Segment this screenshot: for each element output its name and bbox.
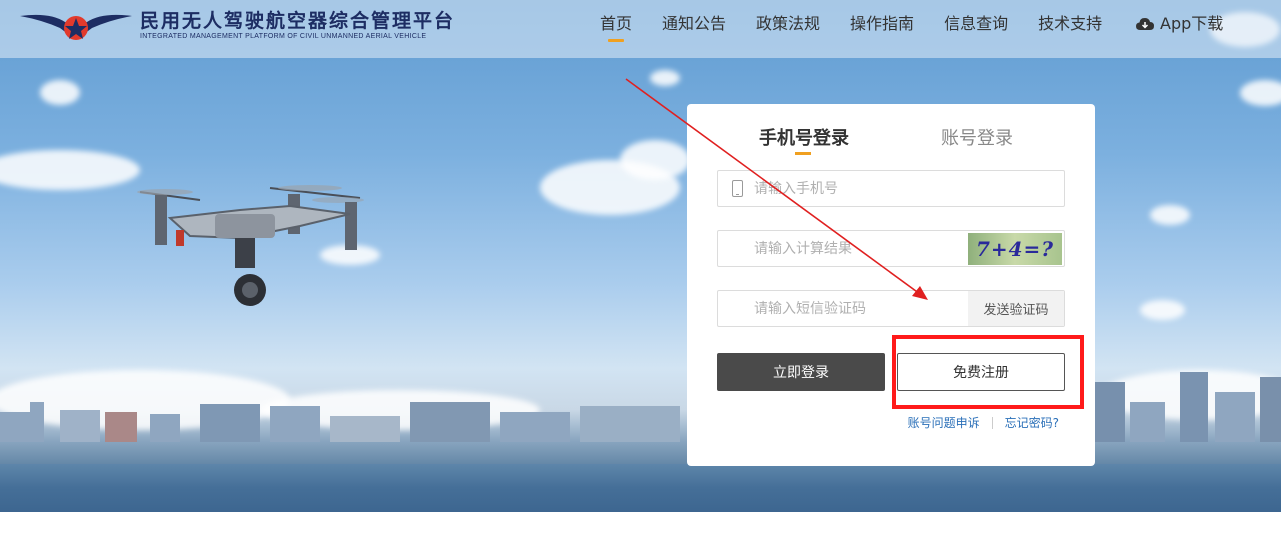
building xyxy=(330,416,400,442)
nav-home[interactable]: 首页 xyxy=(600,13,632,43)
nav-guide[interactable]: 操作指南 xyxy=(850,13,914,43)
main-nav: 首页 通知公告 政策法规 操作指南 信息查询 技术支持 xyxy=(600,13,1132,43)
building xyxy=(200,404,260,442)
platform-subtitle: INTEGRATED MANAGEMENT PLATFORM OF CIVIL … xyxy=(140,33,427,40)
caac-logo-icon xyxy=(20,14,132,40)
login-panel: 手机号登录 账号登录 7+4=? 发送验证码 立即登录 免费注册 账号问题申诉 … xyxy=(687,104,1095,466)
building xyxy=(410,402,490,442)
building xyxy=(580,406,680,442)
login-tabs: 手机号登录 账号登录 xyxy=(687,124,1095,164)
captcha-text: 7+4=? xyxy=(975,237,1055,261)
forgot-password-link[interactable]: 忘记密码? xyxy=(1005,414,1059,431)
site-header: 民用无人驾驶航空器综合管理平台 INTEGRATED MANAGEMENT PL… xyxy=(0,0,1281,58)
nav-info-query[interactable]: 信息查询 xyxy=(944,13,1008,43)
link-divider xyxy=(991,416,993,429)
phone-field xyxy=(717,170,1065,207)
building xyxy=(60,410,100,442)
phone-input[interactable] xyxy=(754,171,974,206)
help-links: 账号问题申诉 忘记密码? xyxy=(908,414,1059,431)
login-button[interactable]: 立即登录 xyxy=(717,353,885,391)
cloud xyxy=(1140,300,1185,320)
nav-notices[interactable]: 通知公告 xyxy=(662,13,726,43)
building xyxy=(1260,377,1281,442)
cloud xyxy=(620,140,690,180)
cloud xyxy=(1150,205,1190,225)
building xyxy=(150,414,180,442)
app-download-link[interactable]: App下载 xyxy=(1136,13,1223,35)
highlight-box xyxy=(892,335,1084,409)
platform-title: 民用无人驾驶航空器综合管理平台 xyxy=(140,10,456,32)
nav-tech-support[interactable]: 技术支持 xyxy=(1038,13,1102,43)
account-appeal-link[interactable]: 账号问题申诉 xyxy=(908,414,980,431)
building xyxy=(270,406,320,442)
send-code-button[interactable]: 发送验证码 xyxy=(968,291,1064,326)
captcha-image[interactable]: 7+4=? xyxy=(968,233,1062,265)
building xyxy=(1095,382,1125,442)
building xyxy=(30,402,44,442)
water xyxy=(0,464,1281,512)
calc-field: 7+4=? xyxy=(717,230,1065,267)
building xyxy=(105,412,137,442)
building xyxy=(500,412,570,442)
cloud xyxy=(1240,80,1281,106)
mobile-phone-icon xyxy=(732,180,743,197)
building xyxy=(1180,372,1208,442)
building xyxy=(1215,392,1255,442)
cloud-download-icon xyxy=(1136,18,1154,30)
drone-image xyxy=(137,185,364,306)
tab-account-login[interactable]: 账号登录 xyxy=(941,124,1013,150)
cloud xyxy=(650,70,680,86)
app-download-label: App下载 xyxy=(1160,14,1224,33)
cloud xyxy=(0,150,140,190)
calc-result-input[interactable] xyxy=(754,231,974,266)
cloud xyxy=(40,80,80,105)
building xyxy=(1130,402,1165,442)
tab-phone-login[interactable]: 手机号登录 xyxy=(759,124,849,155)
sms-code-input[interactable] xyxy=(754,291,974,326)
building xyxy=(0,412,30,442)
sms-field: 发送验证码 xyxy=(717,290,1065,327)
nav-policies[interactable]: 政策法规 xyxy=(756,13,820,43)
